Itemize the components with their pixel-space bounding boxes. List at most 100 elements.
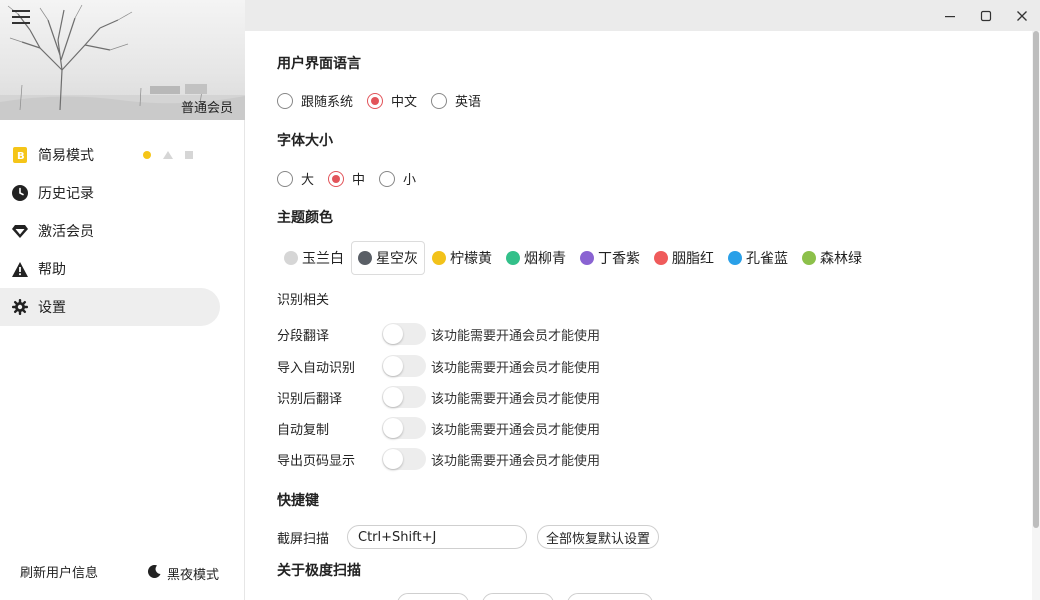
dark-mode-toggle[interactable]: 黑夜模式 [148, 564, 219, 583]
member-required-note: 该功能需要开通会员才能使用 [431, 360, 601, 376]
about-button[interactable] [482, 593, 554, 600]
toggle-row-translate-after-recognize: 识别后翻译 该功能需要开通会员才能使用 [277, 385, 677, 409]
radio-label: 中文 [391, 95, 418, 110]
reset-defaults-button[interactable]: 全部恢复默认设置 [537, 525, 660, 549]
member-required-note: 该功能需要开通会员才能使用 [431, 328, 601, 344]
font-size-radio-group: 大 中 小 [277, 169, 430, 188]
toggle-label: 分段翻译 [277, 328, 330, 344]
dark-mode-label: 黑夜模式 [167, 568, 220, 583]
radio-circle [277, 170, 293, 187]
about-section-title: 关于极度扫描 [277, 563, 361, 579]
import-auto-recognize-toggle[interactable] [382, 355, 426, 377]
theme-option-label: 玉兰白 [302, 251, 344, 267]
theme-option[interactable]: 烟柳青 [499, 241, 573, 275]
screenshot-shortcut-input[interactable] [347, 525, 527, 549]
clock-icon [12, 185, 28, 201]
theme-option[interactable]: 森林绿 [795, 241, 869, 275]
warning-icon [12, 261, 28, 277]
diamond-icon [12, 223, 28, 239]
theme-option-label: 孔雀蓝 [746, 251, 788, 267]
sidebar-item-label: 简易模式 [38, 148, 94, 164]
maximize-button[interactable] [968, 0, 1004, 31]
language-option-follow-system[interactable]: 跟随系统 [277, 91, 353, 110]
export-page-number-toggle[interactable] [382, 448, 426, 470]
b-badge-icon: B [12, 147, 28, 163]
minimize-icon [945, 15, 955, 17]
color-swatch-icon [432, 251, 446, 265]
toggle-row-auto-copy: 自动复制 该功能需要开通会员才能使用 [277, 416, 677, 440]
scrollbar-thumb[interactable] [1033, 31, 1039, 528]
color-swatch-icon [728, 251, 742, 265]
minimize-button[interactable] [932, 0, 968, 31]
sidebar: 普通会员 B 简易模式 历史记录 激活会员 帮助 设置 刷新用户信息 黑夜模式 [0, 0, 245, 600]
member-required-note: 该功能需要开通会员才能使用 [431, 422, 601, 438]
maximize-icon [980, 10, 992, 21]
sidebar-footer: 刷新用户信息 黑夜模式 [0, 562, 245, 584]
language-option-chinese[interactable]: 中文 [367, 91, 417, 110]
shortcut-label: 截屏扫描 [277, 531, 330, 547]
sidebar-item-label: 历史记录 [38, 186, 94, 202]
theme-option-label: 星空灰 [376, 251, 418, 267]
profile-banner: 普通会员 [0, 0, 245, 120]
toggle-label: 导入自动识别 [277, 360, 356, 376]
color-swatch-icon [284, 251, 298, 265]
toggle-row-import-auto-recognize: 导入自动识别 该功能需要开通会员才能使用 [277, 354, 677, 378]
theme-option-label: 柠檬黄 [450, 251, 492, 267]
language-section-title: 用户界面语言 [277, 56, 361, 72]
theme-option[interactable]: 玉兰白 [277, 241, 351, 275]
square-mode-icon[interactable] [185, 151, 193, 159]
about-button[interactable] [397, 593, 469, 600]
font-size-option-small[interactable]: 小 [379, 169, 416, 188]
moon-icon [148, 565, 161, 582]
sidebar-item-help[interactable]: 帮助 [0, 250, 245, 288]
translate-after-recognize-toggle[interactable] [382, 386, 426, 408]
segment-translate-toggle[interactable] [382, 323, 426, 345]
radio-label: 英语 [455, 95, 482, 110]
radio-label: 大 [301, 173, 315, 188]
radio-circle [367, 92, 384, 109]
radio-label: 小 [403, 173, 417, 188]
radio-label: 跟随系统 [301, 95, 354, 110]
close-button[interactable] [1004, 0, 1040, 31]
theme-option[interactable]: 胭脂红 [647, 241, 721, 275]
theme-section-title: 主题颜色 [277, 210, 333, 226]
theme-option-label: 丁香紫 [598, 251, 640, 267]
color-swatch-icon [506, 251, 520, 265]
sidebar-item-label: 帮助 [38, 262, 66, 278]
language-radio-group: 跟随系统 中文 英语 [277, 91, 495, 110]
sidebar-item-simple-mode[interactable]: B 简易模式 [0, 136, 245, 174]
sidebar-item-activate-member[interactable]: 激活会员 [0, 212, 245, 250]
theme-option-label: 胭脂红 [672, 251, 714, 267]
theme-option-label: 烟柳青 [524, 251, 566, 267]
radio-label: 中 [352, 173, 366, 188]
sidebar-item-history[interactable]: 历史记录 [0, 174, 245, 212]
language-option-english[interactable]: 英语 [431, 91, 481, 110]
recognition-section-title: 识别相关 [277, 293, 330, 308]
toggle-row-segment-translate: 分段翻译 该功能需要开通会员才能使用 [277, 322, 677, 346]
theme-option[interactable]: 孔雀蓝 [721, 241, 795, 275]
theme-option[interactable]: 丁香紫 [573, 241, 647, 275]
member-required-note: 该功能需要开通会员才能使用 [431, 453, 601, 469]
font-size-option-medium[interactable]: 中 [328, 169, 365, 188]
menu-icon[interactable] [12, 10, 30, 26]
theme-option[interactable]: 柠檬黄 [425, 241, 499, 275]
radio-circle [431, 92, 448, 109]
color-swatch-icon [802, 251, 816, 265]
vertical-scrollbar[interactable] [1032, 31, 1040, 600]
font-size-option-large[interactable]: 大 [277, 169, 314, 188]
about-button[interactable] [567, 593, 653, 600]
gear-icon [12, 299, 28, 315]
theme-option[interactable]: 星空灰 [351, 241, 425, 275]
radio-circle [328, 170, 345, 187]
shortcut-section-title: 快捷键 [277, 493, 319, 509]
triangle-mode-icon[interactable] [163, 151, 173, 159]
shortcut-row-screenshot: 截屏扫描 全部恢复默认设置 [277, 525, 660, 549]
radio-circle [277, 92, 293, 109]
circle-mode-icon[interactable] [143, 151, 151, 159]
sidebar-item-settings[interactable]: 设置 [0, 288, 220, 326]
toggle-label: 识别后翻译 [277, 391, 343, 407]
refresh-user-info-link[interactable]: 刷新用户信息 [20, 562, 98, 581]
auto-copy-toggle[interactable] [382, 417, 426, 439]
sidebar-item-label: 设置 [38, 300, 66, 316]
toggle-row-export-page-number: 导出页码显示 该功能需要开通会员才能使用 [277, 447, 677, 471]
